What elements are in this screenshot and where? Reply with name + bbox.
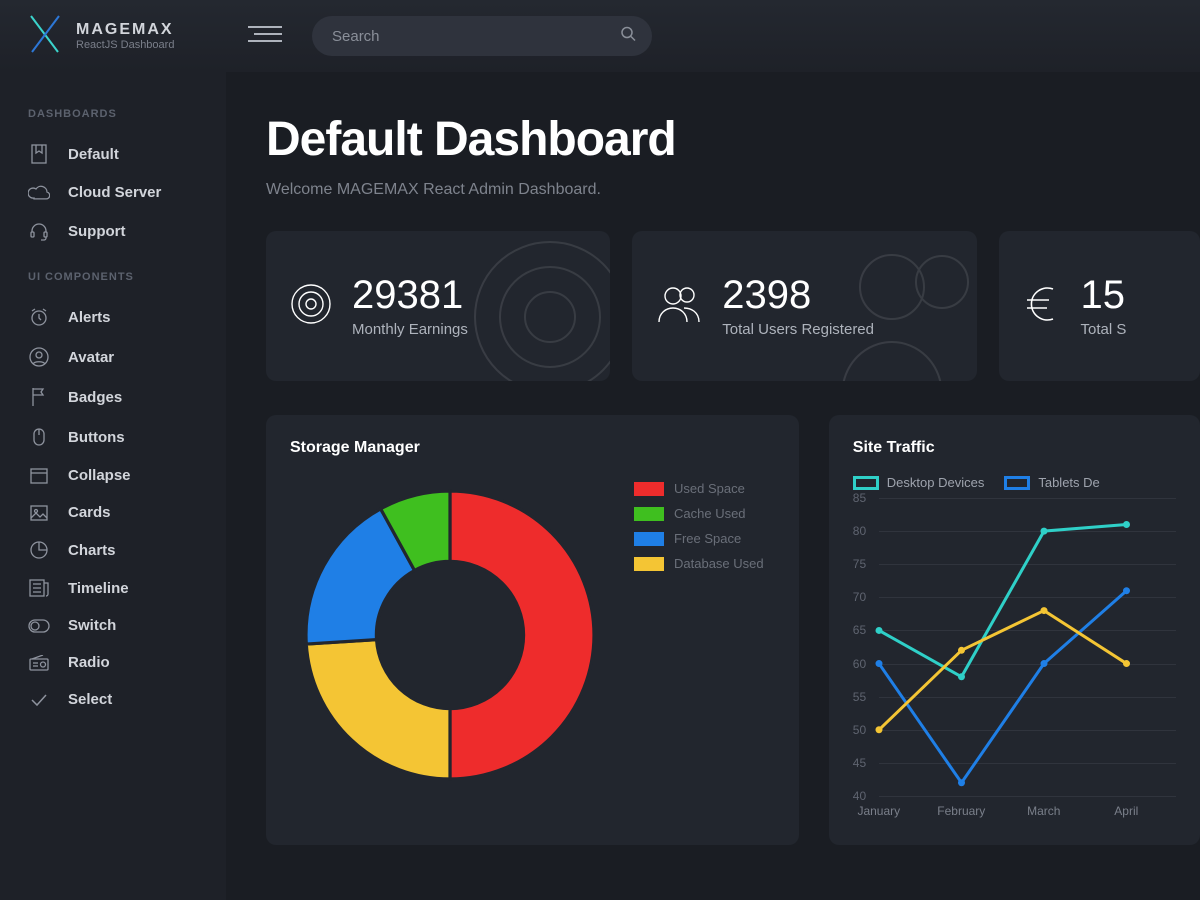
sidebar-item-badges[interactable]: Badges bbox=[0, 377, 226, 417]
sidebar-item-label: Avatar bbox=[68, 349, 114, 366]
bookmark-icon bbox=[28, 144, 50, 164]
sidebar-item-label: Alerts bbox=[68, 309, 111, 326]
flag-icon bbox=[28, 387, 50, 407]
legend-item-database-used: Database Used bbox=[634, 556, 764, 571]
stat-value: 29381 bbox=[352, 275, 468, 315]
main-content: Default Dashboard Welcome MAGEMAX React … bbox=[226, 72, 1200, 900]
sidebar: DASHBOARDS Default Cloud Server Support … bbox=[0, 72, 226, 900]
image-icon bbox=[28, 505, 50, 521]
newspaper-icon bbox=[28, 579, 50, 597]
panels-row: Storage Manager Used Space Cache Used Fr… bbox=[266, 415, 1200, 845]
page-title: Default Dashboard bbox=[266, 112, 1200, 167]
sidebar-item-label: Switch bbox=[68, 617, 116, 634]
sidebar-section-dashboards: DASHBOARDS bbox=[0, 100, 226, 134]
sidebar-item-cloud-server[interactable]: Cloud Server bbox=[0, 174, 226, 211]
euro-icon bbox=[1023, 283, 1061, 330]
sidebar-item-default[interactable]: Default bbox=[0, 134, 226, 174]
panel-title: Site Traffic bbox=[853, 439, 1176, 457]
page-subtitle: Welcome MAGEMAX React Admin Dashboard. bbox=[266, 181, 1200, 199]
stat-label: Total S bbox=[1081, 321, 1127, 338]
cloud-icon bbox=[28, 185, 50, 201]
target-icon bbox=[290, 283, 332, 330]
site-traffic-line-chart: 40455055606570758085JanuaryFebruaryMarch… bbox=[853, 498, 1176, 818]
stats-row: 29381 Monthly Earnings 2398 Total Users … bbox=[266, 231, 1200, 381]
search-icon[interactable] bbox=[620, 26, 636, 47]
stat-label: Monthly Earnings bbox=[352, 321, 468, 338]
site-traffic-panel: Site Traffic Desktop Devices Tablets De … bbox=[829, 415, 1200, 845]
logo-area: MAGEMAX ReactJS Dashboard bbox=[28, 14, 238, 59]
search-wrap bbox=[312, 16, 652, 56]
legend-item-free-space: Free Space bbox=[634, 531, 764, 546]
logo-mark-icon bbox=[28, 14, 62, 59]
target-bg-icon bbox=[470, 237, 610, 381]
legend-item-tablets: Tablets De bbox=[1004, 475, 1099, 490]
legend-item-cache-used: Cache Used bbox=[634, 506, 764, 521]
stat-card-sales[interactable]: 15 Total S bbox=[999, 231, 1200, 381]
stat-card-earnings[interactable]: 29381 Monthly Earnings bbox=[266, 231, 610, 381]
user-circle-icon bbox=[28, 347, 50, 367]
panel-title: Storage Manager bbox=[290, 439, 775, 457]
sidebar-item-label: Support bbox=[68, 223, 126, 240]
brand-name: MAGEMAX bbox=[76, 21, 174, 39]
alarm-clock-icon bbox=[28, 307, 50, 327]
radio-device-icon bbox=[28, 655, 50, 671]
sidebar-item-label: Buttons bbox=[68, 429, 125, 446]
sidebar-item-charts[interactable]: Charts bbox=[0, 531, 226, 569]
sidebar-item-alerts[interactable]: Alerts bbox=[0, 297, 226, 337]
sidebar-item-label: Radio bbox=[68, 654, 110, 671]
sidebar-item-label: Charts bbox=[68, 542, 116, 559]
storage-donut-chart bbox=[290, 475, 610, 795]
toggle-icon bbox=[28, 619, 50, 633]
sidebar-item-label: Timeline bbox=[68, 580, 129, 597]
brand-subtitle: ReactJS Dashboard bbox=[76, 39, 174, 51]
users-bg-icon bbox=[827, 237, 977, 381]
sidebar-item-cards[interactable]: Cards bbox=[0, 494, 226, 531]
sidebar-item-label: Collapse bbox=[68, 467, 131, 484]
sidebar-item-label: Cards bbox=[68, 504, 111, 521]
stat-card-users[interactable]: 2398 Total Users Registered bbox=[632, 231, 976, 381]
sidebar-item-radio[interactable]: Radio bbox=[0, 644, 226, 681]
sidebar-item-label: Default bbox=[68, 146, 119, 163]
sidebar-item-switch[interactable]: Switch bbox=[0, 607, 226, 644]
menu-toggle-icon[interactable] bbox=[248, 24, 282, 49]
legend-item-desktop: Desktop Devices bbox=[853, 475, 985, 490]
check-icon bbox=[28, 693, 50, 707]
mouse-icon bbox=[28, 427, 50, 447]
topbar: MAGEMAX ReactJS Dashboard bbox=[0, 0, 1200, 72]
legend-item-used-space: Used Space bbox=[634, 481, 764, 496]
sidebar-section-ui-components: UI COMPONENTS bbox=[0, 251, 226, 297]
sidebar-item-avatar[interactable]: Avatar bbox=[0, 337, 226, 377]
stat-value: 15 bbox=[1081, 275, 1127, 315]
sidebar-item-label: Badges bbox=[68, 389, 122, 406]
traffic-legend: Desktop Devices Tablets De bbox=[853, 475, 1176, 490]
headset-icon bbox=[28, 221, 50, 241]
sidebar-item-buttons[interactable]: Buttons bbox=[0, 417, 226, 457]
sidebar-item-label: Cloud Server bbox=[68, 184, 161, 201]
sidebar-item-select[interactable]: Select bbox=[0, 681, 226, 718]
search-input[interactable] bbox=[312, 16, 652, 56]
pie-chart-icon bbox=[28, 541, 50, 559]
users-icon bbox=[656, 284, 702, 329]
sidebar-item-collapse[interactable]: Collapse bbox=[0, 457, 226, 494]
storage-manager-panel: Storage Manager Used Space Cache Used Fr… bbox=[266, 415, 799, 845]
storage-legend: Used Space Cache Used Free Space Databas… bbox=[634, 475, 764, 795]
window-icon bbox=[28, 468, 50, 484]
sidebar-item-label: Select bbox=[68, 691, 112, 708]
sidebar-item-support[interactable]: Support bbox=[0, 211, 226, 251]
sidebar-item-timeline[interactable]: Timeline bbox=[0, 569, 226, 607]
